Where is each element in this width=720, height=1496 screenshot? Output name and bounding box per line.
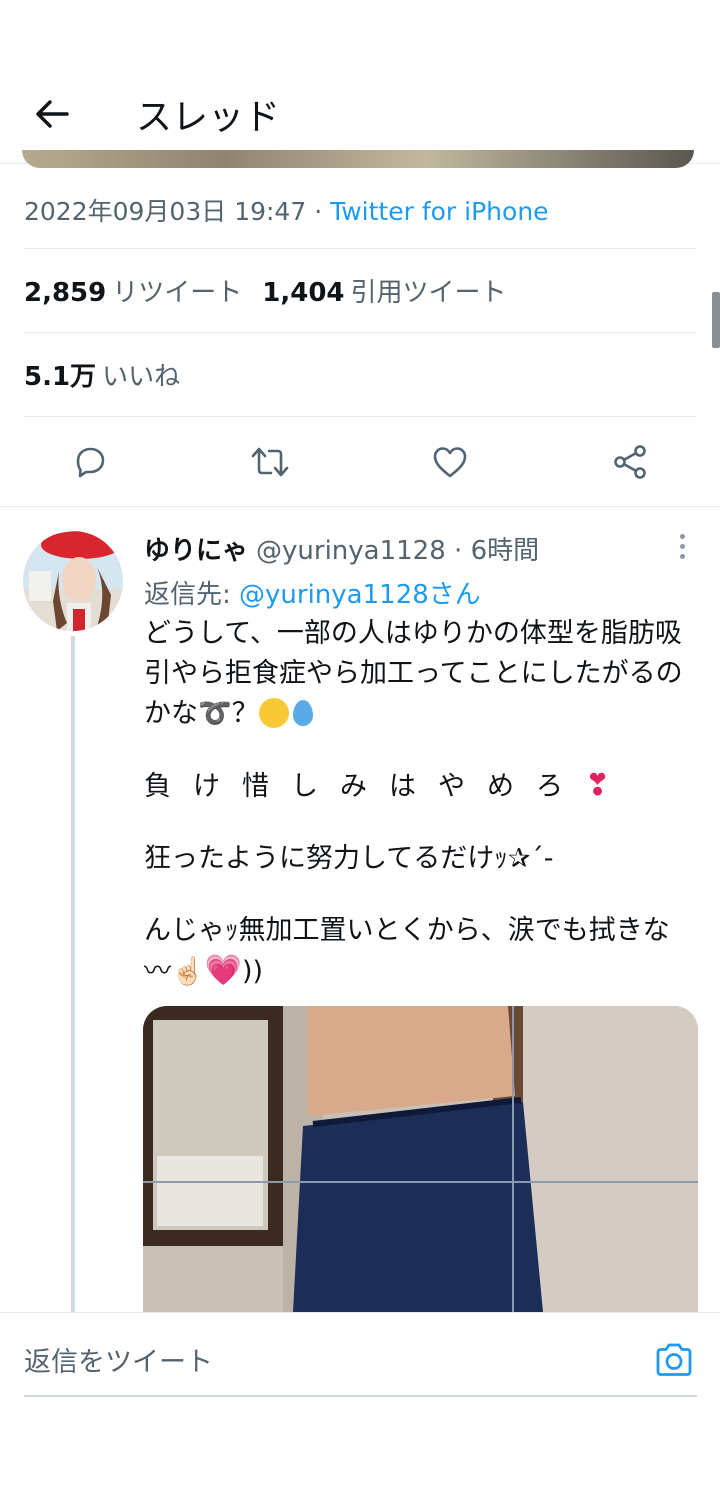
composer-underline — [24, 1395, 697, 1397]
timestamp-separator: · — [306, 197, 331, 226]
tweet-client-link[interactable]: Twitter for iPhone — [330, 197, 548, 226]
retweets-count: 2,859 — [24, 278, 107, 308]
share-icon — [614, 445, 646, 479]
more-options-button[interactable] — [668, 530, 696, 562]
tweet-line-4-tail: )) — [241, 956, 264, 987]
thread-line — [71, 636, 75, 1312]
retweet-button[interactable] — [248, 436, 292, 488]
main-tweet-media-edge[interactable] — [22, 150, 694, 168]
composer-divider — [0, 1312, 720, 1313]
share-button[interactable] — [608, 436, 652, 488]
retweets-label: リツイート — [112, 278, 243, 308]
camera-button[interactable] — [652, 1336, 696, 1384]
retweets-stat[interactable]: 2,859 リツイート — [24, 278, 242, 308]
reply-time[interactable]: 6時間 — [471, 536, 540, 566]
arrow-left-icon — [36, 100, 69, 128]
replying-to-label: 返信先: — [144, 580, 240, 610]
tweet-line-3: 狂ったように努力してるだけｯ✰´- — [144, 843, 554, 874]
likes-stat[interactable]: 5.1万 いいね — [24, 356, 180, 393]
back-button[interactable] — [30, 92, 74, 136]
dot — [679, 543, 685, 549]
exclamation-heart-icon: ❣ — [585, 768, 611, 803]
tweet-line-4: んじゃｯ無加工置いとくから、涙でも拭きな〰☝🏻💗)) — [144, 911, 684, 992]
top-app-bar: スレッド — [0, 0, 720, 164]
tweet-line-2: 負け惜しみはやめろ❣ — [144, 766, 684, 807]
avatar[interactable] — [23, 531, 123, 631]
replying-to-mention[interactable]: @yurinya1128さん — [239, 580, 481, 610]
likes-count: 5.1万 — [24, 362, 97, 392]
scrollbar-thumb[interactable] — [712, 292, 720, 348]
dot — [679, 533, 685, 539]
tweet-media[interactable] — [143, 1006, 698, 1312]
droplet-icon — [292, 700, 313, 726]
tweet-timestamp-row: 2022年09月03日 19:47 · Twitter for iPhone — [24, 192, 549, 228]
author-name[interactable]: ゆりにゃ — [144, 536, 248, 566]
author-handle[interactable]: @yurinya1128 — [256, 536, 446, 566]
tweet-action-bar — [0, 436, 720, 488]
tweet-text: どうして、一部の人はゆりかの体型を脂肪吸引やら拒食症やら加工ってことにしたがるの… — [144, 614, 684, 992]
tweet-photo — [143, 1006, 698, 1312]
reply-input[interactable]: 返信をツイート — [24, 1340, 213, 1379]
like-button[interactable] — [428, 436, 472, 488]
likes-label: いいね — [102, 362, 181, 392]
section-divider — [0, 506, 720, 507]
retweet-stats-row: 2,859 リツイート 1,404 引用ツイート — [24, 272, 507, 309]
dot — [679, 553, 685, 559]
page-title: スレッド — [136, 97, 281, 138]
divider — [24, 248, 697, 249]
camera-icon — [656, 1343, 692, 1376]
meta-separator: · — [445, 536, 471, 566]
divider — [24, 332, 697, 333]
tweet-line-2-text: 負け惜しみはやめろ — [144, 771, 585, 802]
replying-to: 返信先: @yurinya1128さん — [144, 574, 481, 611]
quotes-stat[interactable]: 1,404 引用ツイート — [262, 278, 506, 308]
tweet-line-1: どうして、一部の人はゆりかの体型を脂肪吸引やら拒食症やら加工ってことにしたがるの… — [144, 614, 684, 734]
like-icon — [433, 447, 467, 478]
tweet-line-1-text: どうして、一部の人はゆりかの体型を脂肪吸引やら拒食症やら加工ってことにしたがるの… — [144, 618, 683, 729]
quotes-label: 引用ツイート — [350, 278, 507, 308]
heart-icon: 💗 — [204, 953, 242, 988]
reply-header: ゆりにゃ @yurinya1128 · 6時間 — [144, 530, 539, 567]
retweet-icon — [251, 447, 289, 477]
tweet-timestamp: 2022年09月03日 19:47 — [24, 197, 307, 226]
pleading-face-icon — [258, 698, 289, 728]
reply-icon — [76, 447, 105, 478]
reply-button[interactable] — [68, 436, 112, 488]
avatar-photo — [23, 531, 123, 631]
divider — [24, 416, 697, 417]
quotes-count: 1,404 — [262, 278, 345, 308]
